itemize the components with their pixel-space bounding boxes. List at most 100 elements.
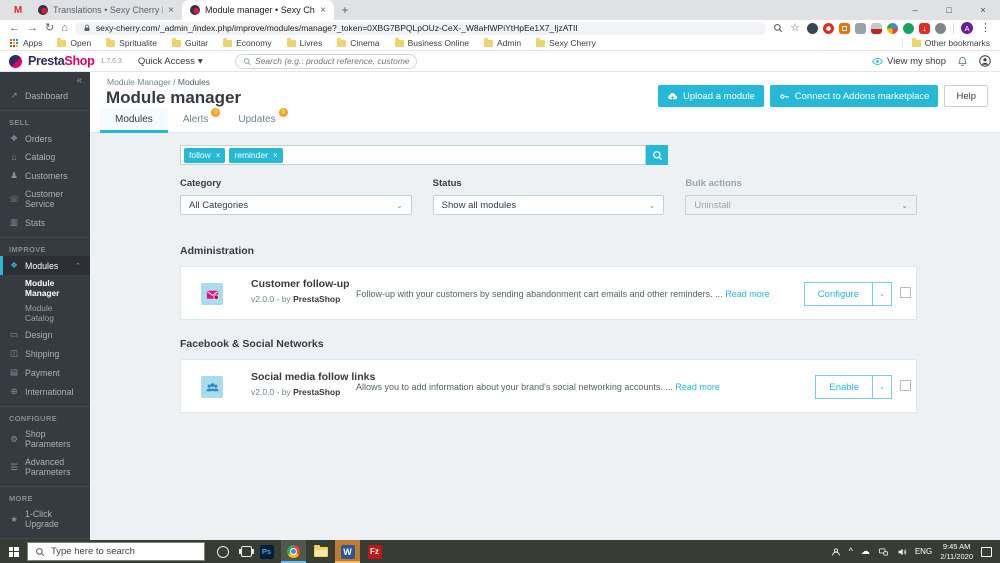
sidebar-item-dashboard[interactable]: ↗ Dashboard — [0, 86, 90, 105]
view-my-shop-link[interactable]: View my shop — [872, 56, 946, 67]
onedrive-cloud-icon[interactable]: ☁ — [861, 547, 870, 556]
extension-icon[interactable] — [903, 22, 914, 34]
bookmark-folder[interactable]: Spritualite — [106, 37, 157, 48]
upload-module-button[interactable]: Upload a module — [657, 85, 764, 107]
search-tag[interactable]: follow × — [184, 147, 226, 163]
network-icon[interactable] — [878, 547, 889, 557]
notifications-bell-icon[interactable] — [957, 56, 968, 67]
tab-close-icon[interactable]: × — [320, 5, 326, 16]
hidden-icons-chevron[interactable]: ^ — [849, 547, 853, 556]
sidebar-item-customers[interactable]: ♟ Customers — [0, 166, 90, 185]
extension-icon[interactable] — [839, 22, 850, 34]
bookmark-folder[interactable]: Admin — [483, 37, 521, 48]
sidebar-item-module-catalog[interactable]: Module Catalog — [0, 300, 90, 325]
sidebar-item-module-manager[interactable]: Module Manager — [0, 275, 90, 300]
read-more-link[interactable]: Read more — [675, 382, 720, 392]
extension-icon[interactable] — [935, 22, 946, 34]
remove-tag-icon[interactable]: × — [216, 151, 221, 160]
browser-profile-avatar[interactable]: A — [961, 22, 973, 34]
sidebar-item-orders[interactable]: ❖ Orders — [0, 129, 90, 148]
bookmark-folder[interactable]: Guitar — [171, 37, 208, 48]
new-tab-button[interactable]: + — [334, 0, 356, 20]
sidebar-item-customer-service[interactable]: ☏ Customer Service — [0, 185, 90, 213]
bookmark-star-icon[interactable]: ☆ — [790, 22, 800, 34]
cortana-icon[interactable] — [217, 545, 229, 558]
browser-menu-icon[interactable]: ⋮ — [980, 22, 991, 34]
sidebar-item-international[interactable]: ⊕ International — [0, 382, 90, 401]
bookmark-folder[interactable]: Livres — [286, 37, 322, 48]
sidebar-item-shipping[interactable]: ◫ Shipping — [0, 344, 90, 363]
sidebar-collapse-icon[interactable]: « — [0, 72, 90, 86]
taskbar-app-file-explorer[interactable] — [308, 540, 333, 563]
tab-modules[interactable]: Modules — [100, 108, 168, 133]
extension-icon[interactable] — [871, 22, 882, 34]
sidebar-item-catalog[interactable]: ⌂ Catalog — [0, 148, 90, 166]
taskbar-app-filezilla[interactable]: Fz — [362, 540, 387, 563]
taskbar-app-word[interactable]: W — [335, 540, 360, 563]
taskbar-app-photoshop[interactable]: Ps — [254, 540, 279, 563]
sidebar-item-design[interactable]: ▭ Design — [0, 325, 90, 344]
admin-search[interactable] — [234, 53, 417, 69]
window-close-button[interactable]: × — [966, 0, 1000, 20]
taskbar-app-chrome[interactable] — [281, 540, 306, 563]
browser-tab-translations[interactable]: Translations • Sexy Cherry Linge × — [30, 0, 182, 20]
admin-search-input[interactable] — [255, 56, 409, 66]
bookmark-folder[interactable]: Cinema — [337, 37, 380, 48]
extension-icon[interactable]: ↓ — [919, 22, 930, 34]
admin-profile-icon[interactable] — [979, 55, 991, 67]
bulk-actions-select[interactable]: Uninstall ⌄ — [685, 195, 918, 215]
language-indicator[interactable]: ENG — [915, 547, 932, 556]
category-select[interactable]: All Categories ⌄ — [180, 195, 412, 215]
tab-close-icon[interactable]: × — [168, 5, 174, 16]
home-icon[interactable]: ⌂ — [61, 22, 68, 34]
action-dropdown-button[interactable]: ⌄ — [873, 375, 892, 399]
speaker-icon[interactable] — [897, 547, 907, 557]
sidebar-item-payment[interactable]: ▤ Payment — [0, 363, 90, 382]
sidebar-item-advanced-parameters[interactable]: ☰ Advanced Parameters — [0, 453, 90, 481]
module-search-field[interactable]: follow × reminder × — [180, 145, 646, 165]
bookmark-folder[interactable]: Economy — [223, 37, 272, 48]
sidebar-item-stats[interactable]: ▥ Stats — [0, 213, 90, 232]
address-bar[interactable]: sexy-cherry.com/_admin_/index.php/improv… — [74, 21, 767, 35]
breadcrumb-parent[interactable]: Module Manager — [107, 77, 171, 87]
task-view-icon[interactable] — [239, 546, 254, 557]
tab-alerts[interactable]: Alerts 0 — [168, 108, 224, 133]
configure-button[interactable]: Configure — [803, 282, 873, 306]
read-more-link[interactable]: Read more — [725, 289, 770, 299]
help-button[interactable]: Help — [944, 85, 988, 107]
window-minimize-button[interactable]: – — [898, 0, 932, 20]
sidebar-item-modules[interactable]: ❖ Modules ⌃ — [0, 256, 90, 275]
bookmark-folder[interactable]: Business Online — [394, 37, 469, 48]
module-checkbox[interactable] — [900, 287, 911, 298]
module-search-input[interactable] — [286, 150, 642, 160]
browser-tab-module-manager[interactable]: Module manager • Sexy Cherry L × — [182, 0, 334, 20]
extension-icon[interactable] — [823, 22, 834, 34]
taskbar-clock[interactable]: 9:45 AM 2/11/2020 — [940, 542, 973, 561]
quick-access-menu[interactable]: Quick Access ▾ — [138, 56, 203, 67]
remove-tag-icon[interactable]: × — [273, 151, 278, 160]
status-select[interactable]: Show all modules ⌄ — [432, 195, 665, 215]
window-maximize-button[interactable]: □ — [932, 0, 966, 20]
people-icon[interactable] — [831, 547, 841, 557]
sidebar-item-1-click-upgrade[interactable]: ★ 1-Click Upgrade — [0, 505, 90, 533]
action-center-icon[interactable] — [981, 546, 992, 557]
bookmark-folder[interactable]: Open — [57, 37, 91, 48]
sidebar-item-shop-parameters[interactable]: ⚙ Shop Parameters — [0, 425, 90, 453]
back-icon[interactable]: ← — [9, 22, 20, 34]
start-button[interactable] — [0, 540, 27, 563]
tab-updates[interactable]: Updates 0 — [223, 108, 290, 133]
apps-shortcut[interactable]: Apps — [10, 38, 42, 48]
forward-icon[interactable]: → — [27, 22, 38, 34]
other-bookmarks[interactable]: Other bookmarks — [901, 37, 990, 48]
module-checkbox[interactable] — [900, 380, 911, 391]
reload-icon[interactable]: ↻ — [45, 22, 54, 34]
enable-button[interactable]: Enable — [815, 375, 873, 399]
extension-icon[interactable] — [855, 22, 866, 34]
action-dropdown-button[interactable]: ⌄ — [873, 282, 892, 306]
connect-addons-button[interactable]: Connect to Addons marketplace — [769, 85, 939, 107]
search-tag[interactable]: reminder × — [229, 147, 283, 163]
pinned-tab-gmail[interactable]: M — [6, 0, 30, 20]
bookmark-folder[interactable]: Sexy Cherry — [536, 37, 596, 48]
zoom-icon[interactable] — [773, 23, 783, 33]
extension-icon[interactable] — [887, 22, 898, 34]
